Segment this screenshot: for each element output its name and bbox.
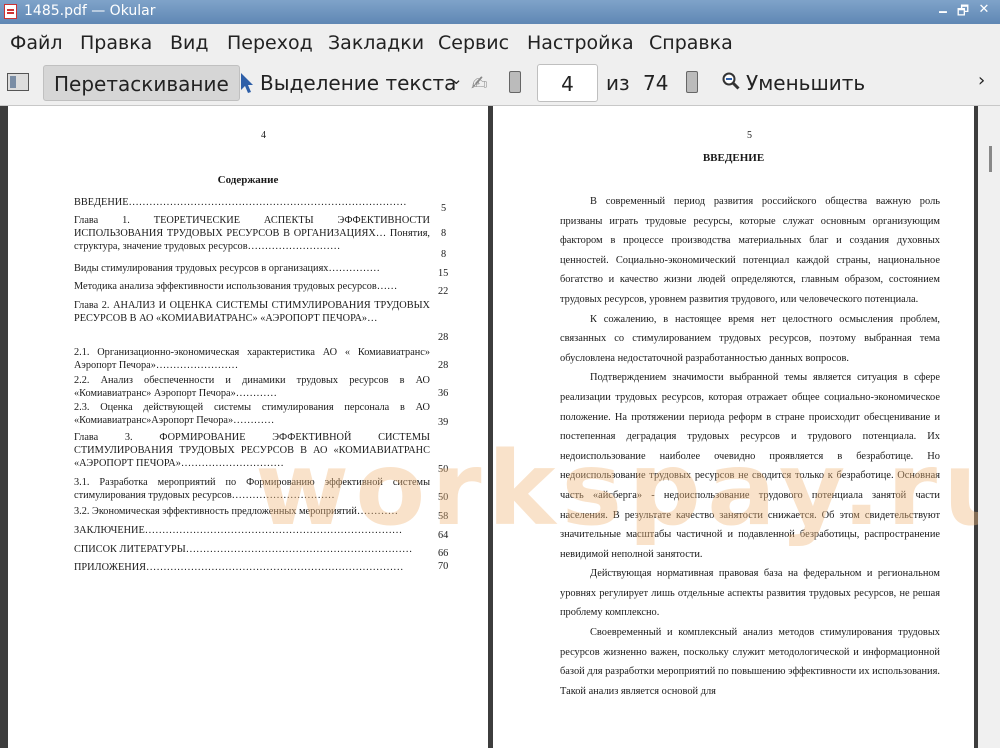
sidebar-panel-icon[interactable] bbox=[7, 73, 29, 91]
toc-item[interactable]: Глава 2. АНАЛИЗ И ОЦЕНКА СИСТЕМЫ СТИМУЛИ… bbox=[74, 299, 430, 325]
menu-bookmarks[interactable]: Закладки bbox=[328, 32, 424, 54]
toc-item[interactable]: Методика анализа эффективности использов… bbox=[74, 280, 430, 293]
toc-item[interactable]: ПРИЛОЖЕНИЯ………………………………………………………………… bbox=[74, 561, 430, 574]
toc-page: 36 bbox=[438, 388, 449, 399]
menu-help[interactable]: Справка bbox=[649, 32, 733, 54]
menu-go[interactable]: Переход bbox=[227, 32, 313, 54]
toc-page: 15 bbox=[438, 268, 449, 279]
scrollbar-thumb[interactable] bbox=[989, 146, 992, 172]
section-heading: ВВЕДЕНИЕ bbox=[702, 152, 765, 164]
window-title: 1485.pdf — Okular bbox=[24, 3, 156, 19]
menu-file[interactable]: Файл bbox=[10, 32, 63, 54]
next-page-icon[interactable] bbox=[686, 71, 698, 93]
paragraph: Своевременный и комплексный анализ метод… bbox=[560, 627, 940, 697]
document-page-5: 5 ВВЕДЕНИЕ В современный период развития… bbox=[493, 106, 974, 748]
chevron-down-icon[interactable]: ⌄ bbox=[450, 70, 463, 88]
browse-tool-button[interactable]: Перетаскивание bbox=[43, 65, 240, 101]
toc-item[interactable]: 2.3. Оценка действующей системы стимулир… bbox=[74, 401, 430, 427]
toolbar-overflow-icon[interactable]: › bbox=[978, 70, 985, 91]
toc-page: 28 bbox=[438, 332, 449, 343]
menu-edit[interactable]: Правка bbox=[80, 32, 152, 54]
page-number-input[interactable]: 4 bbox=[537, 64, 598, 102]
window-titlebar[interactable]: 1485.pdf — Okular 🗕 🗗 ✕ bbox=[0, 0, 1000, 24]
zoom-out-icon bbox=[722, 72, 740, 90]
menu-settings[interactable]: Настройка bbox=[527, 32, 634, 54]
okular-app-icon bbox=[4, 4, 17, 19]
document-view[interactable]: 4 Содержание ВВЕДЕНИЕ…………………………………………………… bbox=[0, 106, 1000, 748]
vertical-scrollbar[interactable] bbox=[978, 106, 1000, 748]
close-button[interactable]: ✕ bbox=[975, 2, 993, 17]
text-selection-button[interactable]: Выделение текста bbox=[260, 71, 456, 95]
menu-bar: Файл Правка Вид Переход Закладки Сервис … bbox=[0, 24, 1000, 62]
paragraph: К сожалению, в настоящее время нет целос… bbox=[560, 313, 940, 364]
toc-item[interactable]: Глава 1. ТЕОРЕТИЧЕСКИЕ АСПЕКТЫ ЭФФЕКТИВН… bbox=[74, 214, 430, 253]
toc-item[interactable]: ВВЕДЕНИЕ……………………………………………………………………… bbox=[74, 196, 430, 209]
toc-page: 66 bbox=[438, 548, 449, 559]
toc-page: 8 bbox=[441, 228, 447, 239]
minimize-button[interactable]: 🗕 bbox=[934, 2, 952, 24]
paragraph: В современный период развития российског… bbox=[560, 196, 940, 305]
toc-page: 22 bbox=[438, 286, 449, 297]
toc-page: 5 bbox=[441, 203, 447, 214]
previous-page-icon[interactable] bbox=[509, 71, 521, 93]
total-pages: 74 bbox=[643, 71, 669, 95]
page-number: 4 bbox=[261, 130, 266, 141]
toc-page: 70 bbox=[438, 561, 449, 572]
toc-page: 39 bbox=[438, 417, 449, 428]
annotate-pen-icon[interactable]: ✍ bbox=[471, 71, 488, 95]
document-page-4: 4 Содержание ВВЕДЕНИЕ…………………………………………………… bbox=[8, 106, 488, 748]
toc-heading: Содержание bbox=[217, 174, 279, 186]
watermark: workspay.ru bbox=[255, 430, 1000, 549]
paragraph: Действующая нормативная правовая база на… bbox=[560, 568, 940, 619]
toc-page: 8 bbox=[441, 249, 447, 260]
page-of-label: из bbox=[606, 71, 630, 95]
page-number: 5 bbox=[747, 130, 752, 141]
menu-tools[interactable]: Сервис bbox=[438, 32, 509, 54]
menu-view[interactable]: Вид bbox=[170, 32, 209, 54]
toc-item[interactable]: 2.2. Анализ обеспеченности и динамики тр… bbox=[74, 374, 430, 400]
toc-item[interactable]: Виды стимулирования трудовых ресурсов в … bbox=[74, 262, 430, 275]
cursor-icon bbox=[241, 73, 253, 93]
main-toolbar: Перетаскивание Выделение текста ⌄ ✍ 4 из… bbox=[0, 62, 1000, 106]
restore-button[interactable]: 🗗 bbox=[954, 2, 972, 24]
toc-page: 28 bbox=[438, 360, 449, 371]
zoom-out-button[interactable]: Уменьшить bbox=[746, 71, 865, 95]
toc-item[interactable]: 2.1. Организационно-экономическая характ… bbox=[74, 346, 430, 372]
